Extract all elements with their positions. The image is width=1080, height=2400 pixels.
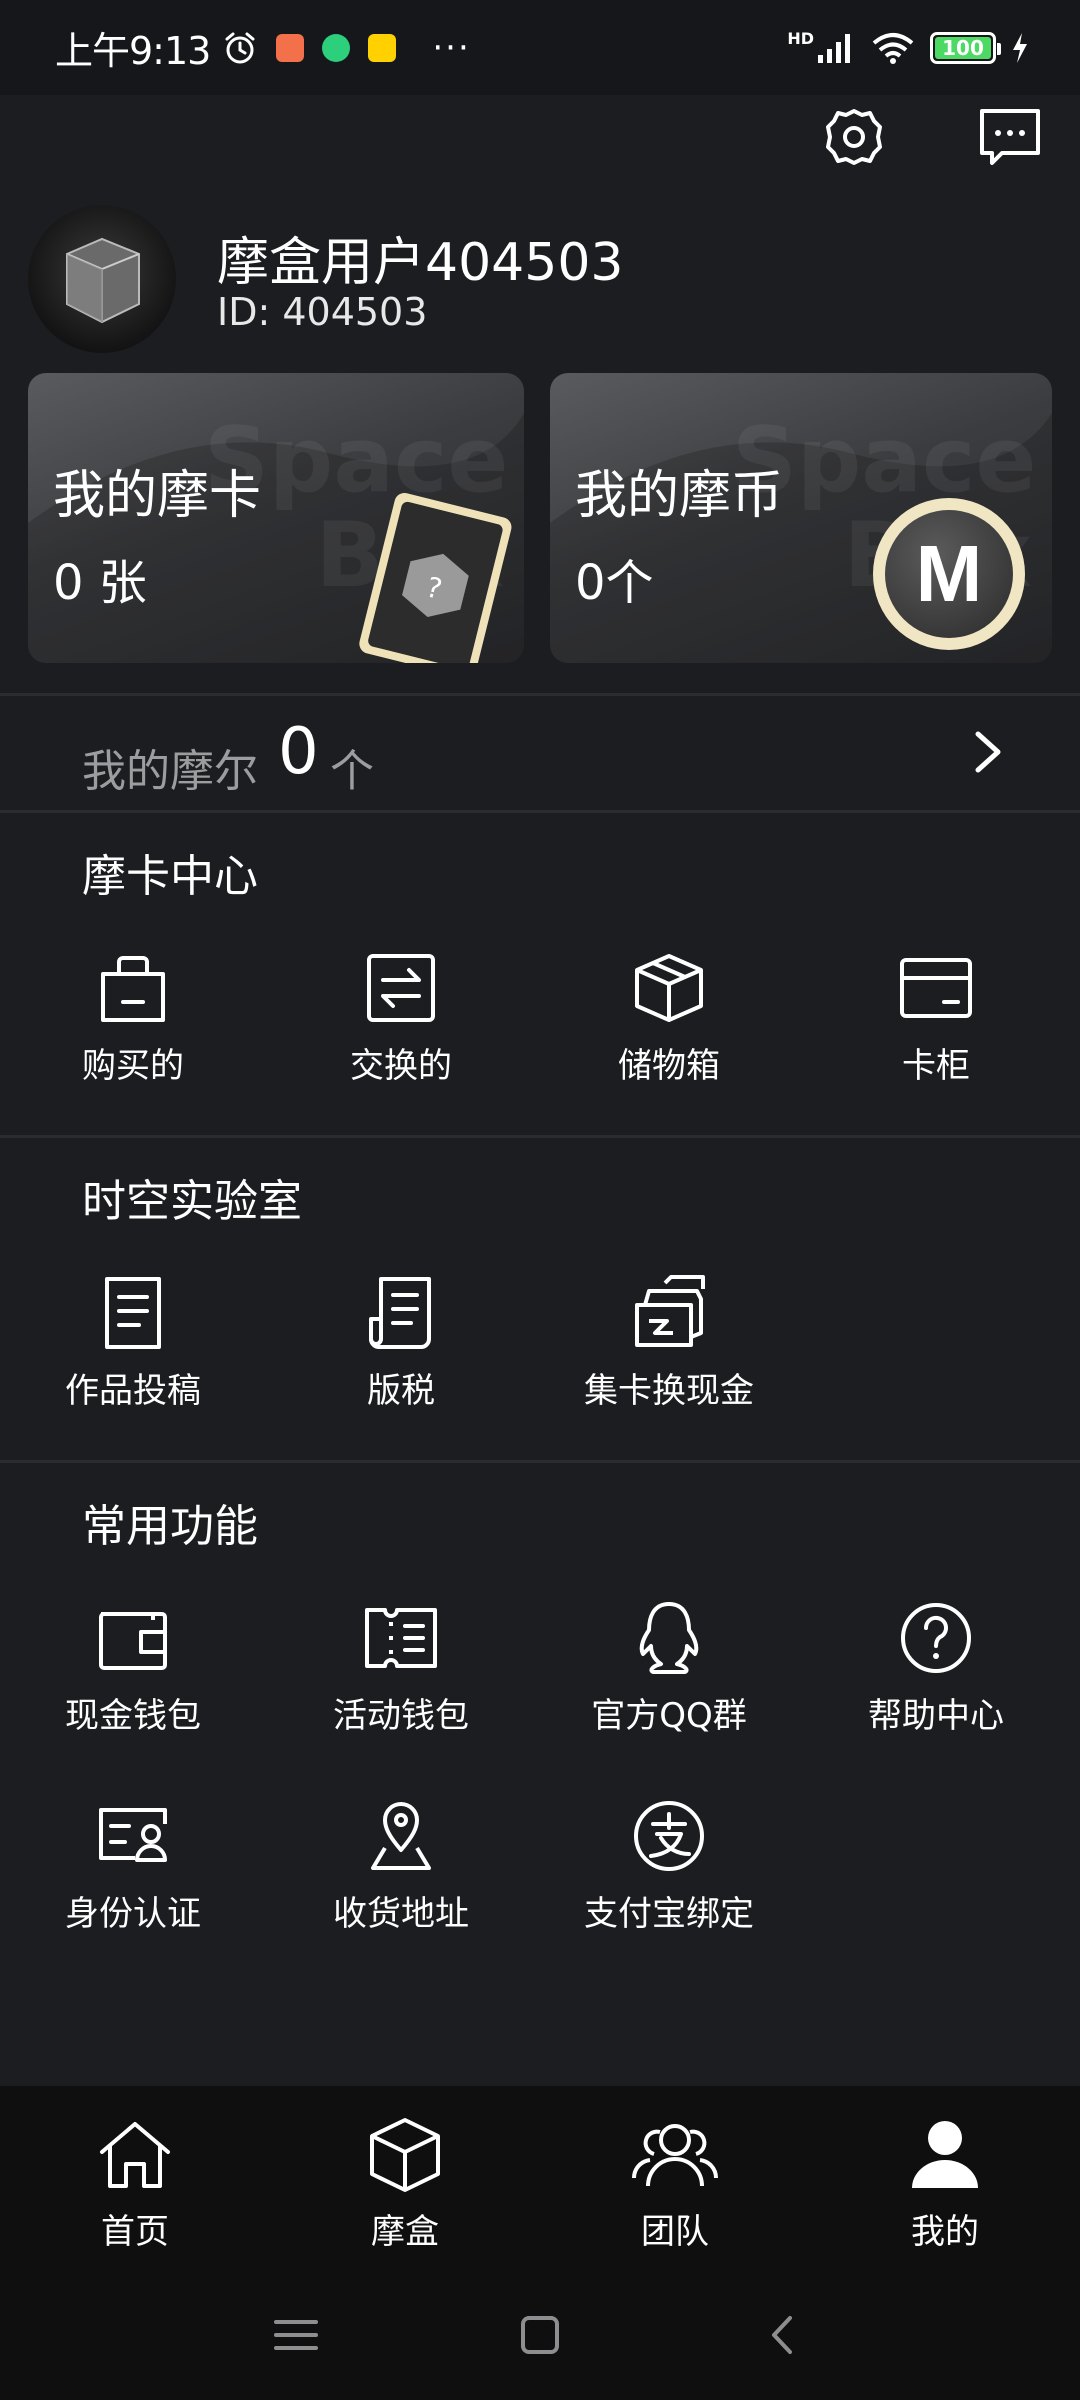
divider [0, 810, 1080, 813]
moer-count: 0 [278, 715, 319, 789]
grid-item-shipping-address[interactable]: 收货地址 [291, 1798, 511, 1935]
moer-row[interactable]: 我的摩尔 0 个 [0, 695, 1080, 810]
grid-item-label: 现金钱包 [65, 1696, 201, 1736]
meituan-notification-icon [368, 33, 397, 62]
grid-item-label: 作品投稿 [65, 1371, 201, 1411]
user-id: ID: 404503 [217, 290, 428, 334]
moer-unit: 个 [330, 746, 374, 797]
shopping-bag-icon [101, 956, 165, 1022]
home-button-icon[interactable] [510, 2310, 570, 2360]
location-icon [371, 1802, 431, 1870]
grid-item-event-wallet[interactable]: 活动钱包 [291, 1600, 511, 1737]
charging-icon [1013, 32, 1027, 63]
grid-item-storage[interactable]: 储物箱 [559, 950, 779, 1087]
settings-icon[interactable] [822, 105, 886, 169]
document-icon [105, 1277, 161, 1349]
chevron-right-icon[interactable] [970, 728, 1006, 776]
grid-item-identity[interactable]: 身份认证 [23, 1798, 243, 1935]
section-title-common: 常用功能 [82, 1501, 258, 1552]
grid-item-label: 版税 [367, 1371, 435, 1411]
wallet-icon [99, 1612, 167, 1670]
grid-item-label: 官方QQ群 [591, 1696, 747, 1736]
grid-item-label: 卡柜 [902, 1046, 970, 1086]
battery-icon: 100 [930, 31, 1001, 64]
status-bar: 上午9:13 ··· HD 100 [0, 0, 1080, 95]
divider [0, 1135, 1080, 1138]
cube-icon [370, 2118, 440, 2192]
back-icon[interactable] [754, 2310, 814, 2360]
grid-item-help-center[interactable]: 帮助中心 [826, 1600, 1046, 1737]
user-icon [912, 2121, 978, 2188]
coin-letter: M [915, 529, 983, 618]
grid-item-label: 身份认证 [65, 1894, 201, 1934]
grid-item-cards-to-cash[interactable]: 集卡换现金 [559, 1275, 779, 1412]
nav-label: 团队 [641, 2212, 709, 2252]
section-title-lab: 时空实验室 [82, 1176, 302, 1227]
home-icon [100, 2122, 170, 2188]
grid-item-label: 集卡换现金 [584, 1371, 754, 1411]
divider [0, 1460, 1080, 1463]
alarm-icon [225, 32, 255, 63]
grid-item-label: 购买的 [82, 1046, 184, 1086]
grid-item-card-cabinet[interactable]: 卡柜 [826, 950, 1046, 1087]
grid-item-label: 储物箱 [618, 1046, 720, 1086]
alipay-icon [634, 1801, 704, 1871]
menu-icon[interactable] [266, 2310, 326, 2360]
grid-item-exchanged[interactable]: 交换的 [291, 950, 511, 1087]
avatar[interactable] [28, 205, 176, 353]
network-type: HD [787, 29, 814, 48]
grid-item-label: 帮助中心 [868, 1696, 1004, 1736]
message-icon[interactable] [978, 105, 1042, 169]
app-notification-icon [276, 33, 305, 62]
coin-icon: M [873, 498, 1025, 650]
card-icon [900, 958, 972, 1018]
grid-item-cash-wallet[interactable]: 现金钱包 [23, 1600, 243, 1737]
grid-item-label: 活动钱包 [333, 1696, 469, 1736]
moka-card[interactable]: Space Box 我的摩卡 0 张 ? [28, 373, 524, 663]
nav-mine[interactable]: 我的 [845, 2116, 1045, 2253]
receipt-icon [369, 1277, 431, 1349]
more-notifications-icon: ··· [432, 27, 471, 68]
grid-item-label: 支付宝绑定 [584, 1894, 754, 1934]
team-icon [631, 2124, 719, 2187]
moka-value: 0 张 [53, 555, 147, 611]
grid-item-qq-group[interactable]: 官方QQ群 [559, 1600, 779, 1737]
grid-item-royalty[interactable]: 版税 [291, 1275, 511, 1412]
mobi-card[interactable]: Space Box 我的摩币 0个 M [550, 373, 1052, 663]
box-avatar-icon [66, 237, 140, 324]
grid-item-label: 交换的 [350, 1046, 452, 1086]
ticket-icon [365, 1608, 437, 1668]
exchange-icon [367, 954, 435, 1022]
moer-label: 我的摩尔 [82, 746, 258, 797]
mobi-title: 我的摩币 [575, 466, 784, 526]
grid-item-purchased[interactable]: 购买的 [23, 950, 243, 1087]
cards-cash-icon [635, 1275, 705, 1347]
status-time: 上午9:13 [55, 29, 211, 73]
grid-item-submit-work[interactable]: 作品投稿 [23, 1275, 243, 1412]
nav-label: 我的 [911, 2212, 979, 2252]
username: 摩盒用户404503 [217, 233, 624, 293]
signal-icon [818, 33, 850, 63]
qq-icon [639, 1602, 699, 1674]
help-icon [901, 1603, 971, 1673]
grid-item-alipay-binding[interactable]: 支付宝绑定 [559, 1798, 779, 1935]
nav-label: 首页 [101, 2212, 169, 2252]
nav-team[interactable]: 团队 [575, 2116, 775, 2253]
mobi-value: 0个 [575, 555, 654, 611]
moka-title: 我的摩卡 [53, 466, 262, 526]
wifi-icon [872, 32, 914, 64]
id-card-icon [99, 1808, 167, 1862]
grid-item-label: 收货地址 [333, 1894, 469, 1934]
nav-label: 摩盒 [371, 2212, 439, 2252]
nav-mohe[interactable]: 摩盒 [305, 2116, 505, 2253]
nav-home[interactable]: 首页 [35, 2116, 235, 2253]
section-title-moka-center: 摩卡中心 [82, 851, 258, 902]
mystery-card-icon: ? [359, 493, 512, 663]
shield-notification-icon [322, 33, 351, 62]
box-icon [635, 954, 703, 1022]
battery-level: 100 [942, 35, 984, 60]
